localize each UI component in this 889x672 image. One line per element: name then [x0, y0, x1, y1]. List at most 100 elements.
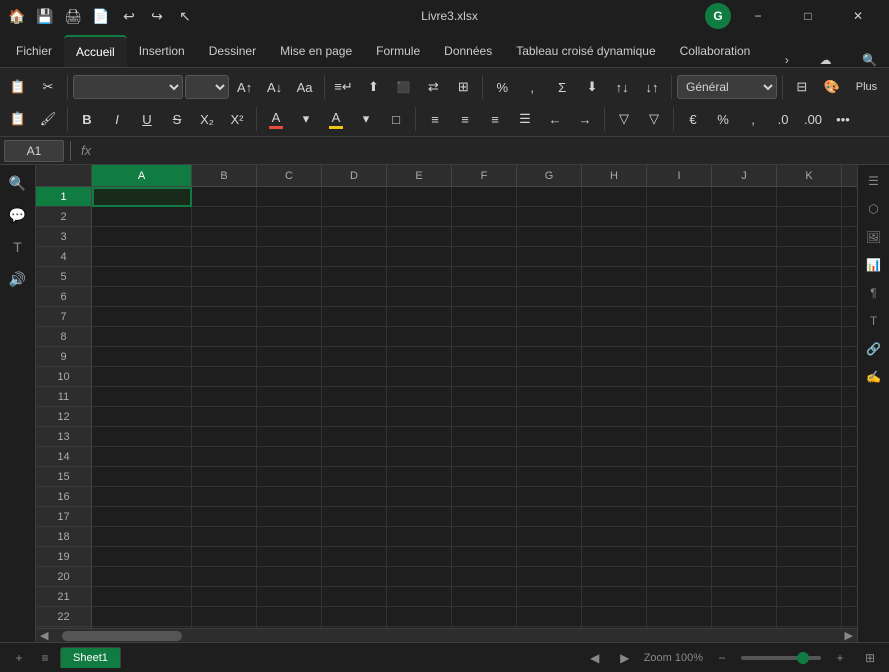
cell-B15[interactable]	[192, 467, 257, 487]
cell-C7[interactable]	[257, 307, 322, 327]
sheet-list-button[interactable]: ≡	[34, 647, 56, 669]
cell-H15[interactable]	[582, 467, 647, 487]
cell-B2[interactable]	[192, 207, 257, 227]
zoom-slider-thumb[interactable]	[797, 652, 809, 664]
cut-icon[interactable]: ✂	[34, 74, 62, 100]
row-header-11[interactable]: 11	[36, 387, 92, 407]
zoom-slider[interactable]	[741, 656, 821, 660]
maximize-button[interactable]: □	[785, 0, 831, 32]
table-format-icon[interactable]: ⊟	[788, 74, 816, 100]
cell-G4[interactable]	[517, 247, 582, 267]
cell-I3[interactable]	[647, 227, 712, 247]
row-header-20[interactable]: 20	[36, 567, 92, 587]
cell-I1[interactable]	[647, 187, 712, 207]
col-header-C[interactable]: C	[257, 165, 322, 187]
cell-J3[interactable]	[712, 227, 777, 247]
zoom-out-button[interactable]: −	[711, 647, 733, 669]
cell-L19[interactable]	[842, 547, 857, 567]
row-header-5[interactable]: 5	[36, 267, 92, 287]
cell-B4[interactable]	[192, 247, 257, 267]
cell-G3[interactable]	[517, 227, 582, 247]
cell-E16[interactable]	[387, 487, 452, 507]
cell-D11[interactable]	[322, 387, 387, 407]
cell-L5[interactable]	[842, 267, 857, 287]
cell-H5[interactable]	[582, 267, 647, 287]
col-header-F[interactable]: F	[452, 165, 517, 187]
fill-icon[interactable]: ⬇	[578, 74, 606, 100]
cell-F23[interactable]	[452, 627, 517, 628]
sheet-tab-1[interactable]: Sheet1	[60, 647, 121, 668]
percent-button[interactable]: %	[709, 106, 737, 132]
cell-G16[interactable]	[517, 487, 582, 507]
cell-K18[interactable]	[777, 527, 842, 547]
cell-L1[interactable]	[842, 187, 857, 207]
cell-H18[interactable]	[582, 527, 647, 547]
font-color-dropdown[interactable]: ▾	[292, 106, 320, 132]
cell-L14[interactable]	[842, 447, 857, 467]
merge-cells-icon[interactable]: ⊞	[449, 74, 477, 100]
cell-H2[interactable]	[582, 207, 647, 227]
search-icon[interactable]: 🔍	[854, 53, 885, 67]
cell-B10[interactable]	[192, 367, 257, 387]
cell-G21[interactable]	[517, 587, 582, 607]
cell-I7[interactable]	[647, 307, 712, 327]
cell-G17[interactable]	[517, 507, 582, 527]
cell-K20[interactable]	[777, 567, 842, 587]
cell-E11[interactable]	[387, 387, 452, 407]
cell-K11[interactable]	[777, 387, 842, 407]
cell-L17[interactable]	[842, 507, 857, 527]
home-icon[interactable]: 🏠	[8, 7, 26, 25]
row-header-9[interactable]: 9	[36, 347, 92, 367]
number-format-selector[interactable]: Général Nombre Monétaire Date Heure Pour…	[677, 75, 777, 99]
row-header-4[interactable]: 4	[36, 247, 92, 267]
cell-K14[interactable]	[777, 447, 842, 467]
format-painter-icon[interactable]: 🖌	[34, 106, 62, 132]
cell-K5[interactable]	[777, 267, 842, 287]
cell-B16[interactable]	[192, 487, 257, 507]
row-header-12[interactable]: 12	[36, 407, 92, 427]
indent-decrease-button[interactable]: ←	[541, 106, 569, 132]
cell-J8[interactable]	[712, 327, 777, 347]
cell-A21[interactable]	[92, 587, 192, 607]
align-justify-button[interactable]: ☰	[511, 106, 539, 132]
cell-A8[interactable]	[92, 327, 192, 347]
cell-D20[interactable]	[322, 567, 387, 587]
align-top-icon[interactable]: ⬆	[359, 74, 387, 100]
cell-J23[interactable]	[712, 627, 777, 628]
tab-fichier[interactable]: Fichier	[4, 35, 64, 67]
cell-B14[interactable]	[192, 447, 257, 467]
col-header-K[interactable]: K	[777, 165, 842, 187]
cell-B20[interactable]	[192, 567, 257, 587]
user-avatar[interactable]: G	[705, 3, 731, 29]
cell-J21[interactable]	[712, 587, 777, 607]
cell-E2[interactable]	[387, 207, 452, 227]
cell-A20[interactable]	[92, 567, 192, 587]
cell-G19[interactable]	[517, 547, 582, 567]
cell-B8[interactable]	[192, 327, 257, 347]
cell-I15[interactable]	[647, 467, 712, 487]
cell-J9[interactable]	[712, 347, 777, 367]
cell-B22[interactable]	[192, 607, 257, 627]
save-icon[interactable]: 💾	[36, 7, 54, 25]
cell-J10[interactable]	[712, 367, 777, 387]
scroll-thumb[interactable]	[62, 631, 182, 641]
cell-K1[interactable]	[777, 187, 842, 207]
cell-C16[interactable]	[257, 487, 322, 507]
cell-H14[interactable]	[582, 447, 647, 467]
cell-E9[interactable]	[387, 347, 452, 367]
cell-C10[interactable]	[257, 367, 322, 387]
cell-I17[interactable]	[647, 507, 712, 527]
cell-G6[interactable]	[517, 287, 582, 307]
cell-style-icon[interactable]: 🎨	[818, 74, 846, 100]
cell-J6[interactable]	[712, 287, 777, 307]
cell-B7[interactable]	[192, 307, 257, 327]
cell-A5[interactable]	[92, 267, 192, 287]
cell-J11[interactable]	[712, 387, 777, 407]
cell-B1[interactable]	[192, 187, 257, 207]
cell-E7[interactable]	[387, 307, 452, 327]
cell-G22[interactable]	[517, 607, 582, 627]
cell-E1[interactable]	[387, 187, 452, 207]
cell-H17[interactable]	[582, 507, 647, 527]
cell-D14[interactable]	[322, 447, 387, 467]
wrap-text-icon[interactable]: ≡↵	[330, 74, 358, 100]
